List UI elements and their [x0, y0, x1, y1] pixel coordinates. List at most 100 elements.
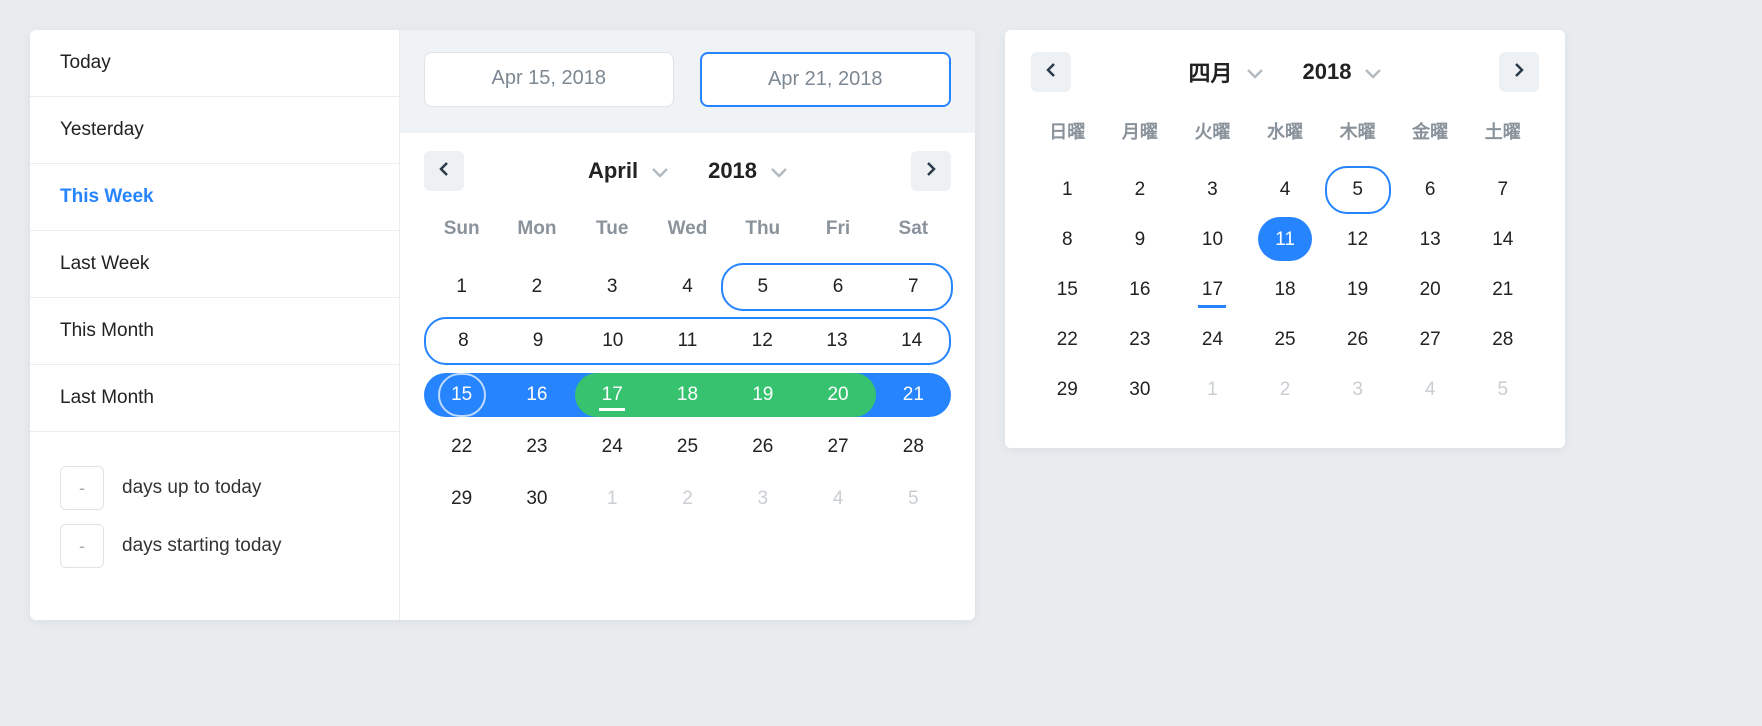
- day-cell[interactable]: 24: [575, 425, 650, 469]
- day-cell[interactable]: 2: [1249, 370, 1322, 410]
- month-label: April: [588, 158, 638, 184]
- week-row: 1234567: [1031, 170, 1539, 210]
- day-cell[interactable]: 29: [1031, 370, 1104, 410]
- prev-month-button[interactable]: [424, 151, 464, 191]
- day-cell[interactable]: 24: [1176, 320, 1249, 360]
- day-cell[interactable]: 30: [1104, 370, 1177, 410]
- year-select[interactable]: 2018: [1303, 56, 1382, 88]
- day-cell[interactable]: 14: [874, 319, 949, 363]
- next-month-button[interactable]: [911, 151, 951, 191]
- year-select[interactable]: 2018: [708, 158, 787, 184]
- day-cell[interactable]: 13: [800, 319, 875, 363]
- day-cell[interactable]: 9: [501, 319, 576, 363]
- day-cell[interactable]: 6: [1394, 170, 1467, 210]
- day-cell[interactable]: 17: [575, 373, 650, 417]
- day-cell[interactable]: 3: [575, 265, 650, 309]
- day-cell[interactable]: 28: [1466, 320, 1539, 360]
- day-cell[interactable]: 28: [876, 425, 951, 469]
- day-cell[interactable]: 13: [1394, 220, 1467, 260]
- day-cell[interactable]: 2: [650, 477, 725, 521]
- day-cell[interactable]: 22: [424, 425, 499, 469]
- day-cell[interactable]: 3: [1321, 370, 1394, 410]
- day-cell[interactable]: 1: [1031, 170, 1104, 210]
- day-cell[interactable]: 21: [1466, 270, 1539, 310]
- preset-today[interactable]: Today: [30, 30, 399, 97]
- day-cell[interactable]: 12: [1321, 220, 1394, 260]
- day-cell[interactable]: 7: [876, 265, 951, 309]
- day-cell[interactable]: 19: [1321, 270, 1394, 310]
- day-cell[interactable]: 6: [800, 265, 875, 309]
- date-range-picker: TodayYesterdayThis WeekLast WeekThis Mon…: [30, 30, 975, 620]
- day-cell[interactable]: 22: [1031, 320, 1104, 360]
- day-cell[interactable]: 21: [876, 373, 951, 417]
- month-select[interactable]: April: [588, 158, 668, 184]
- day-cell[interactable]: 10: [575, 319, 650, 363]
- day-cell[interactable]: 11: [1249, 220, 1322, 260]
- preset-yesterday[interactable]: Yesterday: [30, 97, 399, 164]
- weekday-header: 水曜: [1249, 110, 1322, 154]
- days-count-input[interactable]: -: [60, 466, 104, 510]
- day-cell[interactable]: 5: [876, 477, 951, 521]
- day-cell[interactable]: 18: [1249, 270, 1322, 310]
- day-cell[interactable]: 5: [725, 265, 800, 309]
- preset-last-week[interactable]: Last Week: [30, 231, 399, 298]
- weeks-grid: 1234567891011121314151617181920212223242…: [424, 265, 951, 521]
- day-cell[interactable]: 20: [1394, 270, 1467, 310]
- day-cell[interactable]: 15: [424, 373, 499, 417]
- day-cell[interactable]: 23: [1104, 320, 1177, 360]
- month-select[interactable]: 四月: [1189, 56, 1263, 88]
- day-cell[interactable]: 15: [1031, 270, 1104, 310]
- day-cell[interactable]: 18: [650, 373, 725, 417]
- weeks-grid: 1234567891011121314151617181920212223242…: [1031, 170, 1539, 410]
- day-cell[interactable]: 4: [650, 265, 725, 309]
- days-count-input[interactable]: -: [60, 524, 104, 568]
- day-cell[interactable]: 5: [1321, 170, 1394, 210]
- day-cell[interactable]: 1: [424, 265, 499, 309]
- day-cell[interactable]: 3: [1176, 170, 1249, 210]
- day-cell[interactable]: 8: [426, 319, 501, 363]
- day-cell[interactable]: 16: [1104, 270, 1177, 310]
- day-cell[interactable]: 4: [1249, 170, 1322, 210]
- day-cell[interactable]: 29: [424, 477, 499, 521]
- day-cell[interactable]: 1: [1176, 370, 1249, 410]
- preset-this-week[interactable]: This Week: [30, 164, 399, 231]
- day-cell[interactable]: 27: [800, 425, 875, 469]
- end-date-input[interactable]: Apr 21, 2018: [700, 52, 952, 107]
- day-cell[interactable]: 9: [1104, 220, 1177, 260]
- day-cell[interactable]: 20: [800, 373, 875, 417]
- day-cell[interactable]: 4: [1394, 370, 1467, 410]
- day-cell[interactable]: 27: [1394, 320, 1467, 360]
- day-cell[interactable]: 26: [1321, 320, 1394, 360]
- day-cell[interactable]: 10: [1176, 220, 1249, 260]
- weekday-header: Sat: [876, 207, 951, 251]
- day-cell[interactable]: 5: [1466, 370, 1539, 410]
- next-month-button[interactable]: [1499, 52, 1539, 92]
- day-cell[interactable]: 25: [1249, 320, 1322, 360]
- day-cell[interactable]: 7: [1466, 170, 1539, 210]
- day-cell[interactable]: 1: [575, 477, 650, 521]
- day-cell[interactable]: 16: [499, 373, 574, 417]
- day-cell[interactable]: 19: [725, 373, 800, 417]
- week-row: 15161718192021: [1031, 270, 1539, 310]
- prev-month-button[interactable]: [1031, 52, 1071, 92]
- day-cell[interactable]: 26: [725, 425, 800, 469]
- start-date-input[interactable]: Apr 15, 2018: [424, 52, 674, 107]
- day-cell[interactable]: 25: [650, 425, 725, 469]
- day-cell[interactable]: 12: [725, 319, 800, 363]
- preset-last-month[interactable]: Last Month: [30, 365, 399, 432]
- weekday-header: 火曜: [1176, 110, 1249, 154]
- day-cell[interactable]: 23: [499, 425, 574, 469]
- day-cell[interactable]: 2: [499, 265, 574, 309]
- day-cell[interactable]: 14: [1466, 220, 1539, 260]
- day-cell[interactable]: 4: [800, 477, 875, 521]
- weekday-header: 月曜: [1104, 110, 1177, 154]
- week-row: 1234567: [424, 265, 951, 309]
- day-cell[interactable]: 11: [650, 319, 725, 363]
- day-cell[interactable]: 30: [499, 477, 574, 521]
- weekday-header: Fri: [800, 207, 875, 251]
- day-cell[interactable]: 2: [1104, 170, 1177, 210]
- day-cell[interactable]: 8: [1031, 220, 1104, 260]
- preset-this-month[interactable]: This Month: [30, 298, 399, 365]
- day-cell[interactable]: 17: [1176, 270, 1249, 310]
- day-cell[interactable]: 3: [725, 477, 800, 521]
